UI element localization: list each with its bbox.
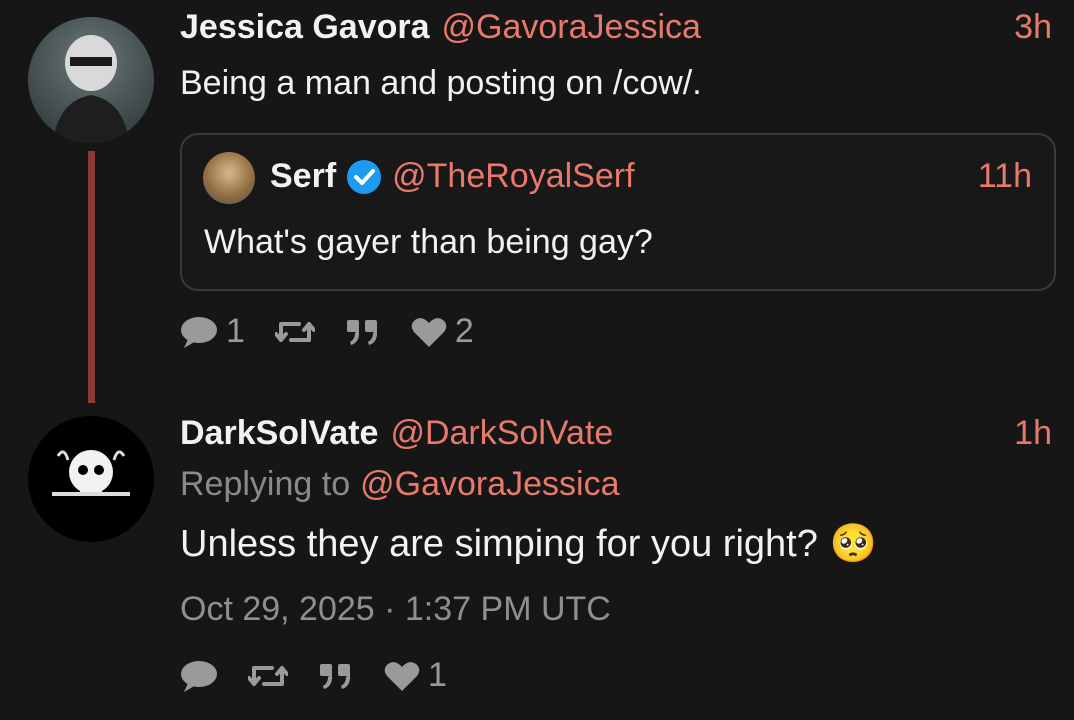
reply-time[interactable]: 1h [1014, 414, 1052, 453]
quoted-author-handle[interactable]: @TheRoyalSerf [392, 157, 634, 196]
comment-icon [180, 659, 218, 693]
replying-to-handle[interactable]: @GavoraJessica [360, 465, 619, 504]
reply-actions: 1 [180, 656, 447, 695]
heart-icon [384, 660, 420, 692]
retweet-button[interactable] [274, 316, 315, 348]
author-name[interactable]: Jessica Gavora [180, 8, 430, 47]
reply-author-name[interactable]: DarkSolVate [180, 414, 378, 453]
quote-icon [318, 661, 354, 691]
reply-timestamp[interactable]: Oct 29, 2025 · 1:37 PM UTC [180, 590, 611, 629]
verified-icon [346, 159, 382, 195]
quoted-author-name[interactable]: Serf [270, 157, 336, 196]
tweet-text: Being a man and posting on /cow/. [180, 64, 702, 102]
reply-button[interactable]: 1 [180, 312, 245, 351]
comment-icon [180, 315, 218, 349]
retweet-icon [274, 316, 315, 348]
reply-button[interactable] [180, 659, 218, 693]
reply-text: Unless they are simping for you right? [180, 522, 818, 565]
replying-to-label: Replying to [180, 465, 351, 503]
author-handle[interactable]: @GavoraJessica [442, 8, 701, 47]
quoted-tweet[interactable]: Serf @TheRoyalSerf 11h What's gayer than… [180, 133, 1056, 291]
reply-count: 1 [226, 312, 245, 350]
like-button[interactable]: 1 [384, 656, 447, 695]
tweet-actions: 1 2 [180, 312, 474, 351]
pleading-face-emoji: 🥺 [829, 523, 878, 565]
tweet-time[interactable]: 3h [1014, 8, 1052, 47]
quoted-tweet-time[interactable]: 11h [978, 157, 1032, 196]
author-avatar[interactable] [28, 17, 154, 143]
quote-button[interactable] [345, 317, 381, 347]
quote-icon [345, 317, 381, 347]
like-count: 2 [454, 312, 474, 350]
quoted-author-avatar[interactable] [203, 152, 255, 204]
thread-line [88, 151, 95, 403]
heart-icon [411, 316, 447, 348]
reply-author-avatar[interactable] [28, 416, 154, 542]
retweet-button[interactable] [248, 660, 288, 692]
reply-author-handle[interactable]: @DarkSolVate [390, 414, 613, 453]
quoted-tweet-text: What's gayer than being gay? [204, 223, 653, 261]
retweet-icon [248, 660, 288, 692]
like-count: 1 [428, 656, 447, 694]
quote-button[interactable] [318, 661, 354, 691]
like-button[interactable]: 2 [411, 312, 474, 351]
